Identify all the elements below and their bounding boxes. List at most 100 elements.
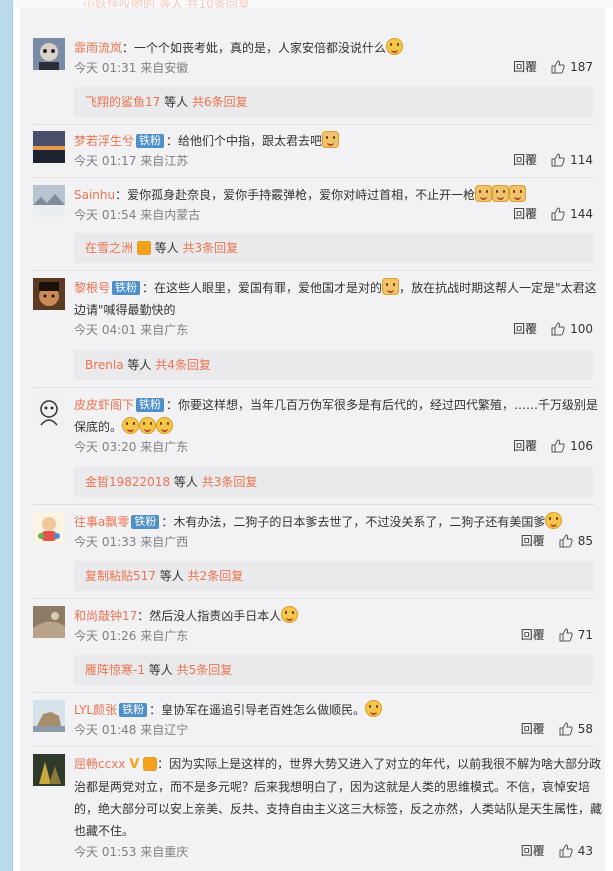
timestamp: 今天 03:20 <box>74 440 137 454</box>
avatar[interactable] <box>33 131 65 163</box>
divider <box>33 692 595 693</box>
fan-badge: 铁粉 <box>119 703 148 717</box>
like-count: 187 <box>570 60 593 74</box>
username[interactable]: 和尚敲钟17 <box>74 609 137 623</box>
timestamp: 今天 01:31 <box>74 61 137 75</box>
sub-reply-user[interactable]: 在雪之洲 <box>85 241 133 255</box>
comment-text: 给他们个中指，跟太君去吧 <box>178 134 323 148</box>
comment-actions: 回覆 100 <box>513 321 593 337</box>
comment-actions: 回覆 85 <box>521 533 593 549</box>
like-button[interactable]: 71 <box>559 628 593 642</box>
verified-v-icon: V <box>129 757 140 772</box>
comment-meta: 今天 01:54 来自内蒙古 <box>74 208 200 222</box>
like-button[interactable]: 100 <box>551 322 593 336</box>
like-count: 144 <box>570 207 593 221</box>
thumbs-up-icon <box>559 628 573 642</box>
sub-reply-bar[interactable]: 飞翔的鲨鱼17 等人 共6条回复 <box>74 87 593 117</box>
avatar[interactable] <box>33 606 65 638</box>
like-count: 71 <box>577 628 593 642</box>
like-button[interactable]: 58 <box>559 722 593 736</box>
reply-button[interactable]: 回覆 <box>521 844 545 858</box>
username[interactable]: LYL颜张 <box>74 703 117 717</box>
like-button[interactable]: 187 <box>551 60 593 74</box>
like-count: 114 <box>570 153 593 167</box>
avatar[interactable] <box>33 700 65 732</box>
reply-button[interactable]: 回覆 <box>521 534 545 548</box>
sub-reply-mid: 等人 <box>154 241 179 255</box>
sub-reply-mid: 等人 <box>148 663 173 677</box>
sub-reply-bar[interactable]: 在雪之洲 等人 共3条回复 <box>74 233 593 263</box>
source: 来自重庆 <box>140 845 189 859</box>
reply-button[interactable]: 回覆 <box>521 722 545 736</box>
timestamp: 今天 01:17 <box>74 154 137 168</box>
sub-reply-bar[interactable]: Brenla 等人 共4条回复 <box>74 350 593 380</box>
fan-badge: 铁粉 <box>136 134 165 148</box>
avatar[interactable] <box>33 185 65 217</box>
like-count: 58 <box>577 722 593 736</box>
avatar[interactable] <box>33 278 65 310</box>
sub-reply-bar[interactable]: 金晢19822018 等人 共3条回复 <box>74 467 593 497</box>
username[interactable]: 往事a飘零 <box>74 515 129 529</box>
reply-button[interactable]: 回覆 <box>513 439 537 453</box>
timestamp: 今天 04:01 <box>74 323 137 337</box>
cat-emoji-icon <box>475 185 493 202</box>
like-count: 85 <box>577 534 593 548</box>
avatar[interactable] <box>33 38 65 70</box>
sub-reply-bar[interactable]: 雁阵惊寒-1 等人 共5条回复 <box>74 655 593 685</box>
avatar[interactable] <box>33 395 65 427</box>
laugh-emoji-icon <box>122 417 140 434</box>
timestamp: 今天 01:54 <box>74 208 137 222</box>
thinking-emoji-icon <box>365 700 383 717</box>
like-button[interactable]: 106 <box>551 439 593 453</box>
comment-body: 屈畅ccxx V ：因为实际上是这样的，世界大势又进入了对立的年代，以前我很不解… <box>74 757 603 838</box>
avatar[interactable] <box>33 512 65 544</box>
like-button[interactable]: 114 <box>551 153 593 167</box>
username[interactable]: 梦若浮生兮 <box>74 134 134 148</box>
laugh-emoji-icon <box>156 417 174 434</box>
like-button[interactable]: 43 <box>559 844 593 858</box>
source: 来自内蒙古 <box>140 208 201 222</box>
like-button[interactable]: 144 <box>551 207 593 221</box>
reply-button[interactable]: 回覆 <box>513 153 537 167</box>
fan-badge: 铁粉 <box>112 281 141 295</box>
thumbs-up-icon <box>551 60 565 74</box>
sub-reply-user[interactable]: Brenla <box>85 358 124 372</box>
reply-button[interactable]: 回覆 <box>513 60 537 74</box>
laugh-emoji-icon <box>139 417 157 434</box>
sub-reply-count[interactable]: 共3条回复 <box>202 475 258 489</box>
sub-reply-user[interactable]: 雁阵惊寒-1 <box>85 663 145 677</box>
comment-body: 皮皮虾阁下 铁粉 ：你要这样想，当年几百万伪军很多是有后代的，经过四代繁殖，……千万… <box>74 398 599 434</box>
username[interactable]: 皮皮虾阁下 <box>74 398 134 412</box>
like-button[interactable]: 85 <box>559 534 593 548</box>
like-count: 43 <box>577 844 593 858</box>
comment-meta: 今天 01:31 来自安徽 <box>74 61 188 75</box>
sub-reply-bar[interactable]: 复制粘贴517 等人 共2条回复 <box>74 561 593 591</box>
username[interactable]: 屈畅ccxx <box>74 757 125 771</box>
sub-reply-count[interactable]: 共2条回复 <box>188 569 244 583</box>
avatar[interactable] <box>33 754 65 786</box>
sub-reply-count[interactable]: 共4条回复 <box>155 358 211 372</box>
sub-reply-user[interactable]: 复制粘贴517 <box>85 569 156 583</box>
sub-reply-user[interactable]: 金晢19822018 <box>85 475 170 489</box>
sub-reply-count[interactable]: 共5条回复 <box>177 663 233 677</box>
comment-text: 皇协军在遥追引导老百姓怎么做顺民。 <box>161 703 366 717</box>
sub-reply-count[interactable]: 共3条回复 <box>183 241 239 255</box>
comment-body: LYL颜张 铁粉 ：皇协军在遥追引导老百姓怎么做顺民。 <box>74 699 603 721</box>
sub-reply-user[interactable]: 飞翔的鲨鱼17 <box>85 95 160 109</box>
reply-button[interactable]: 回覆 <box>513 322 537 336</box>
reply-button[interactable]: 回覆 <box>513 207 537 221</box>
source: 来自广东 <box>140 323 189 337</box>
comment-meta: 今天 01:17 来自江苏 <box>74 154 188 168</box>
username[interactable]: Sainhu <box>74 188 115 202</box>
timestamp: 今天 01:26 <box>74 629 137 643</box>
comment-text: 爱你孤身赴奈良，爱你手持霰弹枪，爱你对峙过首相，不止开一枪 <box>127 188 476 202</box>
username[interactable]: 黎根号 <box>74 281 110 295</box>
reply-button[interactable]: 回覆 <box>521 628 545 642</box>
sub-reply-mid: 等人 <box>159 569 184 583</box>
comment-meta: 今天 01:48 来自辽宁 <box>74 723 188 737</box>
sub-reply-count[interactable]: 共6条回复 <box>192 95 248 109</box>
comment-actions: 回覆 58 <box>521 721 593 737</box>
username[interactable]: 霏雨流岚 <box>74 41 122 55</box>
comment-text: 在这些人眼里，爱国有罪，爱他国才是对的 <box>154 281 383 295</box>
divider <box>33 124 595 125</box>
